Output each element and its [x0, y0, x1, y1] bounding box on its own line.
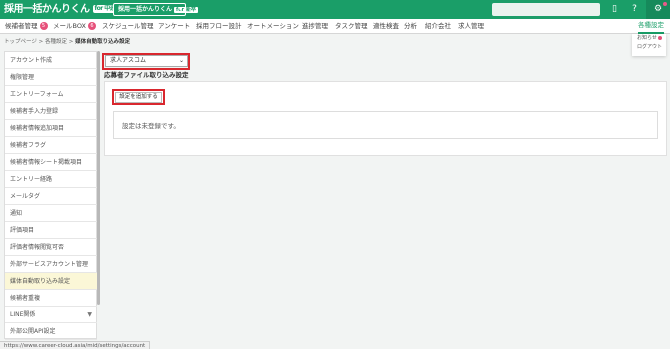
menu-item-logout[interactable]: ログアウト — [632, 43, 666, 52]
nav-progress[interactable]: 進捗管理 — [302, 19, 328, 34]
app-logo[interactable]: 採用一括かんりくん for 中途 — [4, 2, 118, 17]
app-header: 採用一括かんりくん for 中途 採用一括かんりくん for 新卒 ▾ ▯ ? ⚙ — [0, 0, 670, 19]
sidebar-item-mail-tags[interactable]: メールタグ — [5, 188, 97, 205]
notification-dot — [663, 2, 667, 6]
sidebar-item-entry-routes[interactable]: エントリー経路 — [5, 171, 97, 188]
nav-candidates[interactable]: 候補者管理 5 — [5, 19, 48, 34]
nav-label: 候補者管理 — [5, 22, 38, 30]
product-tag: for 新卒 — [174, 7, 198, 13]
breadcrumb-separator: > — [68, 39, 74, 45]
nav-automation[interactable]: オートメーション — [247, 19, 299, 34]
gear-icon[interactable]: ⚙ — [646, 0, 670, 19]
nav-survey[interactable]: アンケート — [158, 19, 190, 34]
nav-flow-design[interactable]: 採用フロー設計 — [196, 19, 242, 34]
nav-jobs[interactable]: 求人管理 — [458, 19, 484, 34]
section-title: 応募者ファイル取り込み設定 — [104, 71, 189, 79]
nav-settings[interactable]: 各種設定 — [638, 19, 664, 34]
sidebar-item-candidate-flags[interactable]: 候補者フラグ — [5, 137, 97, 154]
breadcrumb: トップページ > 各種設定 > 媒体自動取り込み設定 — [4, 38, 130, 46]
main-nav: 候補者管理 5 メールBOX 6 スケジュール管理 アンケート 採用フロー設計 オー… — [0, 19, 670, 34]
sidebar-item-evaluator-visibility[interactable]: 評価者情報閲覧可否 — [5, 239, 97, 256]
sidebar-item-account-create[interactable]: アカウント作成 — [5, 52, 97, 69]
search-input[interactable] — [492, 3, 600, 16]
sidebar-scrollbar[interactable] — [97, 51, 100, 305]
empty-state-message: 設定は未登録です。 — [113, 111, 658, 139]
count-badge: 6 — [88, 22, 96, 30]
notification-dot — [658, 36, 662, 40]
sidebar-item-manual-entry[interactable]: 候補者手入力登録 — [5, 103, 97, 120]
sidebar-item-label: LINE関係 — [10, 311, 36, 318]
breadcrumb-top[interactable]: トップページ — [4, 39, 37, 45]
highlight-frame-select — [102, 53, 190, 70]
sidebar-item-sheet-fields[interactable]: 候補者情報シート掲載項目 — [5, 154, 97, 171]
nav-mailbox[interactable]: メールBOX 6 — [53, 19, 96, 34]
settings-sidebar: アカウント作成 権限管理 エントリーフォーム 候補者手入力登録 候補者情報追加項… — [4, 51, 97, 340]
sidebar-item-permissions[interactable]: 権限管理 — [5, 69, 97, 86]
sidebar-item-line[interactable]: LINE関係 ▼ — [5, 306, 97, 323]
menu-item-notices[interactable]: お知らせ — [632, 34, 666, 43]
breadcrumb-separator: > — [38, 39, 44, 45]
sidebar-item-evaluation-items[interactable]: 評価項目 — [5, 222, 97, 239]
book-icon[interactable]: ▯ — [608, 3, 621, 16]
sidebar-item-entry-form[interactable]: エントリーフォーム — [5, 86, 97, 103]
nav-aptitude[interactable]: 適性検査 — [373, 19, 399, 34]
nav-analysis[interactable]: 分析 — [404, 19, 417, 34]
nav-label: メールBOX — [53, 22, 86, 30]
sidebar-item-media-import[interactable]: 媒体自動取り込み設定 — [5, 273, 97, 290]
nav-tasks[interactable]: タスク管理 — [335, 19, 368, 34]
sidebar-item-external-accounts[interactable]: 外部サービスアカウント管理 — [5, 256, 97, 273]
chevron-down-icon: ▾ — [178, 6, 182, 13]
nav-agencies[interactable]: 紹介会社 — [425, 19, 451, 34]
help-icon[interactable]: ? — [628, 3, 641, 16]
menu-item-label: お知らせ — [637, 35, 657, 41]
breadcrumb-settings[interactable]: 各種設定 — [45, 39, 67, 45]
sidebar-item-notifications[interactable]: 通知 — [5, 205, 97, 222]
nav-schedule[interactable]: スケジュール管理 — [102, 19, 154, 34]
user-menu: お知らせ ログアウト — [632, 34, 666, 56]
sidebar-item-extra-fields[interactable]: 候補者情報追加項目 — [5, 120, 97, 137]
breadcrumb-current: 媒体自動取り込み設定 — [75, 39, 131, 45]
product-switcher[interactable]: 採用一括かんりくん for 新卒 ▾ — [113, 3, 198, 16]
sidebar-item-duplicates[interactable]: 候補者重複 — [5, 290, 97, 307]
sidebar-item-public-api[interactable]: 外部公開API設定 — [5, 323, 97, 340]
chevron-down-icon: ▼ — [87, 311, 92, 318]
status-bar-url: https://www.career-cloud.asia/mid/settin… — [0, 341, 151, 349]
product-switcher-label: 採用一括かんりくん — [118, 6, 173, 13]
count-badge: 5 — [39, 22, 48, 30]
logo-text: 採用一括かんりくん — [4, 4, 90, 15]
highlight-frame-add — [112, 89, 165, 105]
